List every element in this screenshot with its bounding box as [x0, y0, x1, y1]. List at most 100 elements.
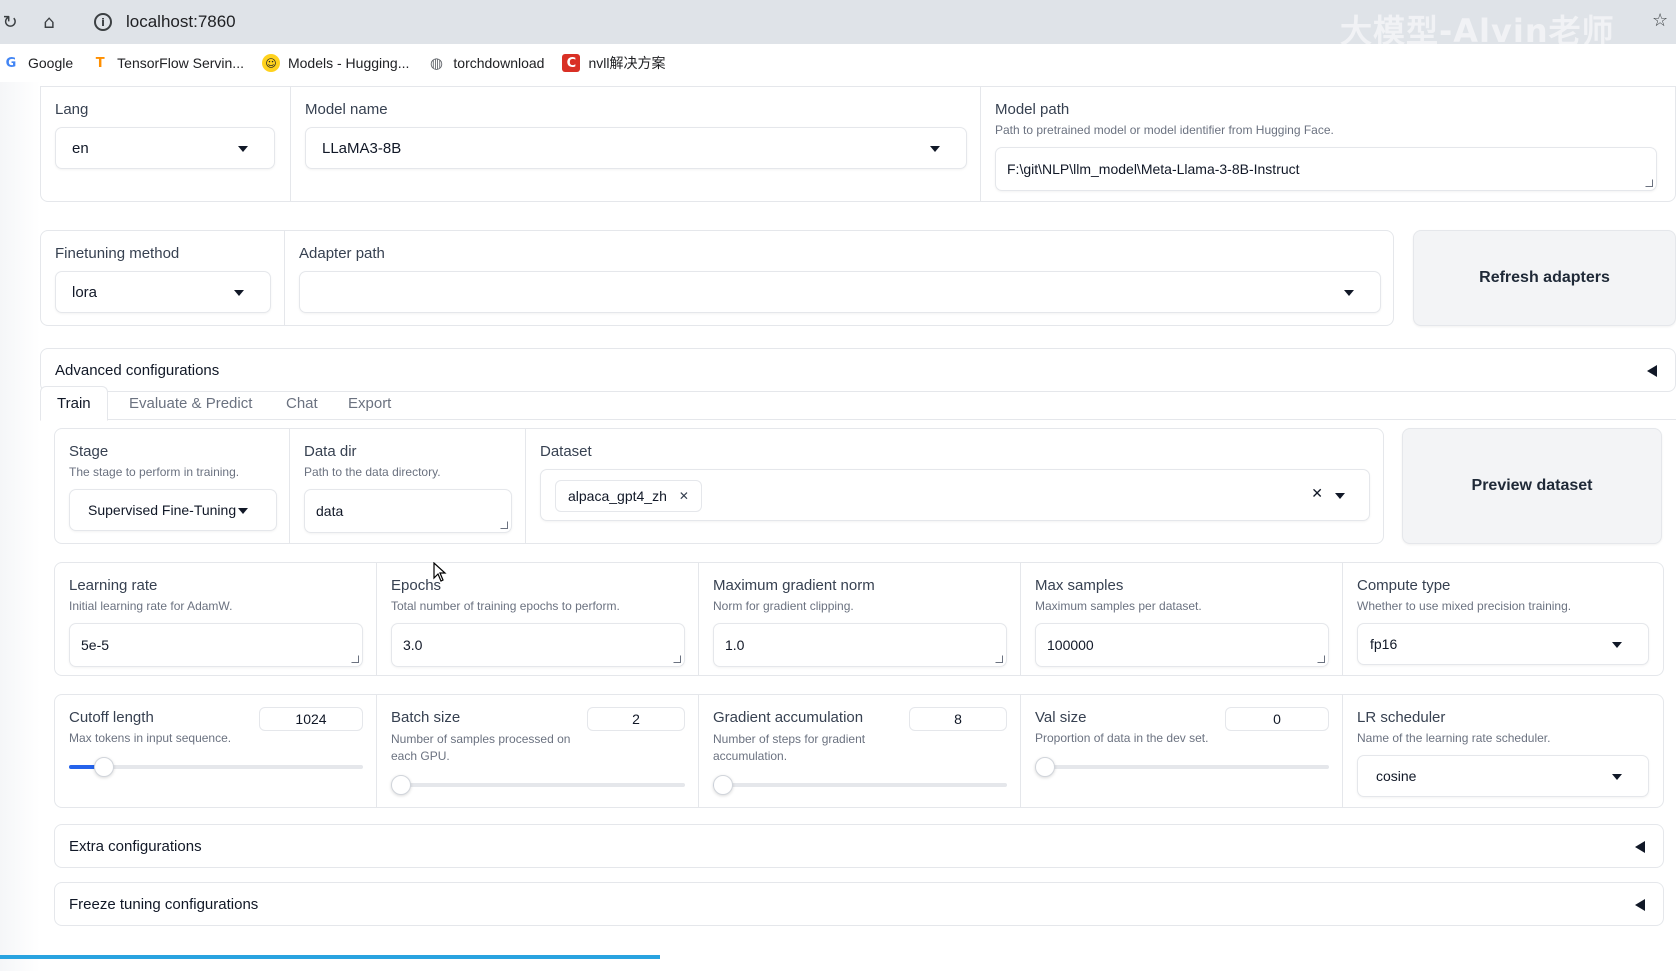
resize-handle-icon[interactable]	[500, 521, 508, 529]
grad-norm-label: Maximum gradient norm	[713, 577, 875, 594]
grad-accum-slider[interactable]	[713, 775, 1007, 795]
max-samples-value: 100000	[1047, 637, 1094, 653]
chevron-down-icon	[238, 508, 248, 514]
batch-size-number[interactable]: 2	[587, 707, 685, 731]
batch-panel: Cutoff length Max tokens in input sequen…	[54, 694, 1664, 808]
clear-icon[interactable]: ✕	[1311, 486, 1323, 502]
compute-type-select[interactable]: fp16	[1357, 623, 1649, 665]
chevron-down-icon	[1344, 290, 1354, 296]
slider-thumb[interactable]	[713, 775, 733, 795]
lr-scheduler-label: LR scheduler	[1357, 709, 1446, 726]
data-dir-input[interactable]: data	[304, 489, 512, 533]
globe-icon: ◍	[429, 54, 443, 72]
chevron-down-icon	[234, 290, 244, 296]
resize-handle-icon[interactable]	[351, 655, 359, 663]
stage-value: Supervised Fine-Tuning	[88, 502, 237, 518]
chevron-down-icon	[238, 146, 248, 152]
stage-label: Stage	[69, 443, 109, 460]
compute-type-value: fp16	[1370, 636, 1398, 652]
bookmark-nvll[interactable]: C nvll解决方案	[562, 53, 665, 73]
cutoff-length-slider[interactable]	[69, 757, 363, 777]
adapter-path-cell: Adapter path	[285, 231, 1395, 325]
bookmark-torchdownload[interactable]: ◍ torchdownload	[427, 54, 545, 72]
lang-label: Lang	[55, 101, 89, 118]
grad-accum-description: Number of steps for gradient accumulatio…	[713, 732, 866, 763]
compute-type-label: Compute type	[1357, 577, 1451, 594]
val-size-description: Proportion of data in the dev set.	[1035, 731, 1209, 745]
lr-scheduler-cell: LR scheduler Name of the learning rate s…	[1343, 695, 1665, 807]
slider-thumb[interactable]	[94, 757, 115, 777]
extra-config-label: Extra configurations	[69, 838, 202, 855]
grad-norm-input[interactable]: 1.0	[713, 623, 1007, 667]
adapter-path-select[interactable]	[299, 271, 1381, 313]
val-size-slider[interactable]	[1035, 757, 1329, 777]
reload-icon[interactable]: ↻	[0, 10, 22, 34]
mouse-cursor-icon	[433, 562, 447, 582]
hyperparams-panel: Learning rate Initial learning rate for …	[54, 562, 1664, 676]
stage-select[interactable]: Supervised Fine-Tuning	[69, 489, 277, 531]
model-name-select[interactable]: LLaMA3-8B	[305, 127, 967, 169]
cutoff-length-number[interactable]: 1024	[259, 707, 363, 731]
epochs-input[interactable]: 3.0	[391, 623, 685, 667]
bookmark-star-icon[interactable]: ☆	[1652, 10, 1668, 31]
preview-dataset-button[interactable]: Preview dataset	[1402, 428, 1662, 544]
tab-bar: Train Evaluate & Predict Chat Export	[40, 386, 1676, 421]
tab-train[interactable]: Train	[40, 386, 108, 421]
learning-rate-input[interactable]: 5e-5	[69, 623, 363, 667]
refresh-adapters-button[interactable]: Refresh adapters	[1413, 230, 1676, 326]
learning-rate-cell: Learning rate Initial learning rate for …	[55, 563, 377, 675]
grad-accum-number[interactable]: 8	[909, 707, 1007, 731]
resize-handle-icon[interactable]	[1317, 655, 1325, 663]
left-gutter	[0, 82, 40, 971]
remove-chip-icon[interactable]: ✕	[679, 489, 689, 503]
resize-handle-icon[interactable]	[673, 655, 681, 663]
resize-handle-icon[interactable]	[1645, 179, 1653, 187]
collapse-arrow-icon	[1635, 841, 1645, 853]
home-icon[interactable]: ⌂	[37, 10, 61, 34]
batch-size-slider[interactable]	[391, 775, 685, 795]
model-path-description: Path to pretrained model or model identi…	[995, 123, 1334, 137]
bookmark-tensorflow[interactable]: T TensorFlow Servin...	[91, 54, 244, 72]
model-path-input[interactable]: F:\git\NLP\llm_model\Meta-Llama-3-8B-Ins…	[995, 147, 1657, 191]
lang-cell: Lang en	[41, 87, 291, 201]
slider-thumb[interactable]	[391, 775, 411, 795]
browser-toolbar: ↻ ⌂ i localhost:7860 大模型-Alvin老师 ☆	[0, 0, 1676, 50]
grad-accum-cell: Gradient accumulation Number of steps fo…	[699, 695, 1021, 807]
batch-size-label: Batch size	[391, 709, 461, 726]
val-size-cell: Val size Proportion of data in the dev s…	[1021, 695, 1343, 807]
lr-scheduler-select[interactable]: cosine	[1357, 755, 1649, 797]
dataset-multiselect[interactable]: alpaca_gpt4_zh ✕ ✕	[540, 469, 1370, 521]
max-samples-label: Max samples	[1035, 577, 1124, 594]
freeze-config-label: Freeze tuning configurations	[69, 896, 259, 913]
batch-size-description: Number of samples processed on each GPU.	[391, 732, 571, 763]
tab-evaluate-predict[interactable]: Evaluate & Predict	[113, 386, 268, 420]
finetune-method-select[interactable]: lora	[55, 271, 271, 313]
max-samples-input[interactable]: 100000	[1035, 623, 1329, 667]
bookmark-label: TensorFlow Servin...	[117, 55, 244, 71]
resize-handle-icon[interactable]	[995, 655, 1003, 663]
slider-thumb[interactable]	[1035, 757, 1055, 777]
epochs-description: Total number of training epochs to perfo…	[391, 599, 620, 613]
grad-accum-label: Gradient accumulation	[713, 709, 864, 726]
app-root: Lang en Model name LLaMA3-8B Model path …	[0, 82, 1676, 971]
bookmark-huggingface[interactable]: ☺ Models - Hugging...	[261, 54, 409, 72]
lang-select[interactable]: en	[55, 127, 275, 169]
extra-config-accordion[interactable]: Extra configurations	[54, 824, 1664, 868]
tab-chat[interactable]: Chat	[270, 386, 334, 420]
model-name-cell: Model name LLaMA3-8B	[291, 87, 981, 201]
bookmarks-bar: G Google T TensorFlow Servin... ☺ Models…	[0, 44, 1676, 82]
site-info-icon[interactable]: i	[94, 13, 112, 31]
chevron-down-icon	[1612, 642, 1622, 648]
model-panel: Lang en Model name LLaMA3-8B Model path …	[40, 86, 1676, 202]
learning-rate-value: 5e-5	[81, 637, 110, 653]
bookmark-label: nvll解决方案	[588, 55, 666, 71]
tab-export[interactable]: Export	[332, 386, 407, 420]
stage-cell: Stage The stage to perform in training. …	[55, 429, 290, 543]
cutoff-length-label: Cutoff length	[69, 709, 154, 726]
adapter-path-label: Adapter path	[299, 245, 385, 262]
grad-norm-value: 1.0	[725, 637, 745, 653]
bookmark-google[interactable]: G Google	[2, 54, 74, 72]
bookmark-label: torchdownload	[453, 55, 545, 71]
freeze-config-accordion[interactable]: Freeze tuning configurations	[54, 882, 1664, 926]
val-size-number[interactable]: 0	[1225, 707, 1329, 731]
